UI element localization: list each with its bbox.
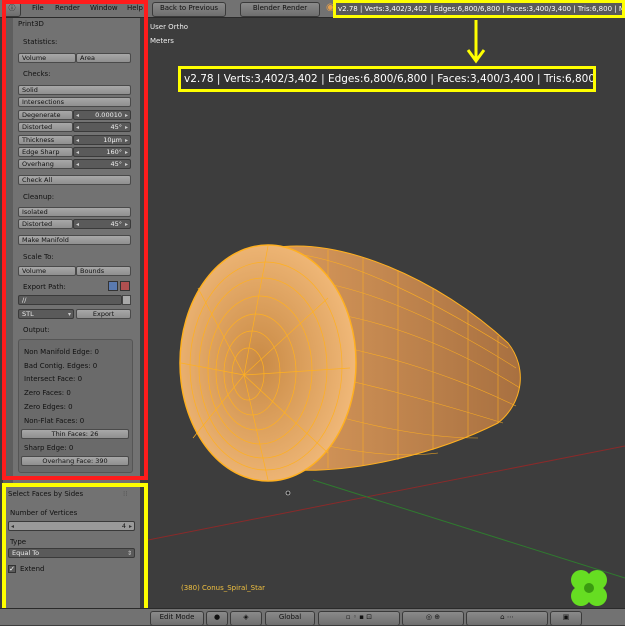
orientation-select[interactable]: Global xyxy=(265,611,315,626)
orientation-label: Global xyxy=(278,613,302,621)
viewport-header: Edit Mode ● ◈ Global ▫ ◦ ▪ ⊡ ◎ ⊕ ⌂ ⋯ ▣ xyxy=(0,608,625,626)
mode-label: Edit Mode xyxy=(159,613,195,621)
clover-logo-icon xyxy=(571,570,607,606)
shading-select[interactable]: ● xyxy=(206,611,228,626)
stats-highlight-box xyxy=(333,0,625,18)
selection-mode-buttons[interactable]: ▫ ◦ ▪ ⊡ xyxy=(318,611,400,626)
snap-buttons[interactable]: ⌂ ⋯ xyxy=(466,611,548,626)
operator-highlight-box xyxy=(2,483,148,625)
mode-select[interactable]: Edit Mode xyxy=(150,611,204,626)
back-to-previous-button[interactable]: Back to Previous xyxy=(152,2,226,17)
pivot-select[interactable]: ◈ xyxy=(230,611,262,626)
render-engine-select[interactable]: Blender Render xyxy=(240,2,320,17)
render-engine-label: Blender Render xyxy=(252,4,308,12)
render-icon[interactable]: ▣ xyxy=(550,611,582,626)
print3d-highlight-box xyxy=(2,0,148,480)
mesh-object[interactable] xyxy=(178,238,528,498)
proportional-buttons[interactable]: ◎ ⊕ xyxy=(402,611,464,626)
3d-viewport[interactable]: User Ortho Meters v2.78 | Verts:3,402/3,… xyxy=(148,18,625,608)
object-info: (380) Conus_Spiral_Star xyxy=(181,584,266,592)
